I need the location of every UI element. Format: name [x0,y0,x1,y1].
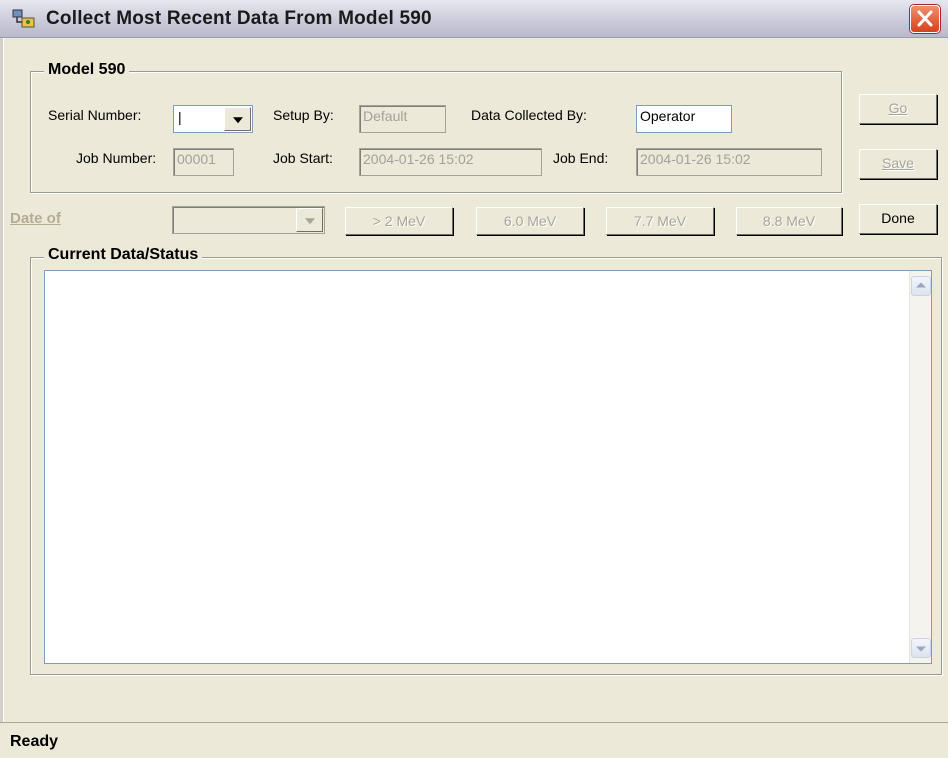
mev-7-button[interactable]: 7.7 MeV [606,207,714,235]
window-title: Collect Most Recent Data From Model 590 [46,8,432,29]
serial-dropdown-button[interactable] [224,107,251,131]
serial-number-label: Serial Number: [48,107,142,123]
job-number-field[interactable]: 00001 [173,148,234,176]
save-button[interactable]: Save [859,149,937,179]
mev-2-button[interactable]: > 2 MeV [345,207,453,235]
job-start-label: Job Start: [273,150,333,166]
chevron-down-icon [916,646,926,652]
go-button[interactable]: Go [859,94,937,124]
chevron-up-icon [916,282,926,288]
setup-by-field[interactable]: Default [359,105,446,133]
close-icon [917,10,933,27]
chevron-down-icon [304,218,315,225]
job-start-field[interactable]: 2004-01-26 15:02 [359,148,542,176]
done-button[interactable]: Done [859,204,937,234]
vertical-scrollbar[interactable] [909,271,931,663]
status-bar: Ready [0,722,948,758]
job-end-field[interactable]: 2004-01-26 15:02 [636,148,822,176]
status-text-area[interactable] [44,270,932,664]
status-group-legend: Current Data/Status [44,246,203,264]
window-frame [0,38,4,758]
scroll-down-button[interactable] [911,638,931,658]
chevron-down-icon [232,117,243,124]
mev-8-button[interactable]: 8.8 MeV [736,207,842,235]
date-of-combo[interactable] [172,206,325,234]
title-bar[interactable]: Collect Most Recent Data From Model 590 [0,0,948,38]
data-collected-by-label: Data Collected By: [471,107,587,123]
date-of-label: Date of [10,210,61,227]
mev-6-button[interactable]: 6.0 MeV [476,207,584,235]
job-number-label: Job Number: [76,150,157,166]
status-bar-text: Ready [10,733,59,750]
scroll-up-button[interactable] [911,276,931,296]
setup-by-label: Setup By: [273,107,334,123]
model-group-legend: Model 590 [44,61,130,79]
job-end-label: Job End: [553,150,609,166]
serial-number-combo[interactable]: | [173,105,253,133]
data-collected-by-field[interactable]: Operator [636,105,732,133]
serial-number-value: | [178,109,182,125]
close-button[interactable] [910,5,940,33]
date-of-dropdown-button[interactable] [296,208,323,232]
app-icon [12,8,36,30]
